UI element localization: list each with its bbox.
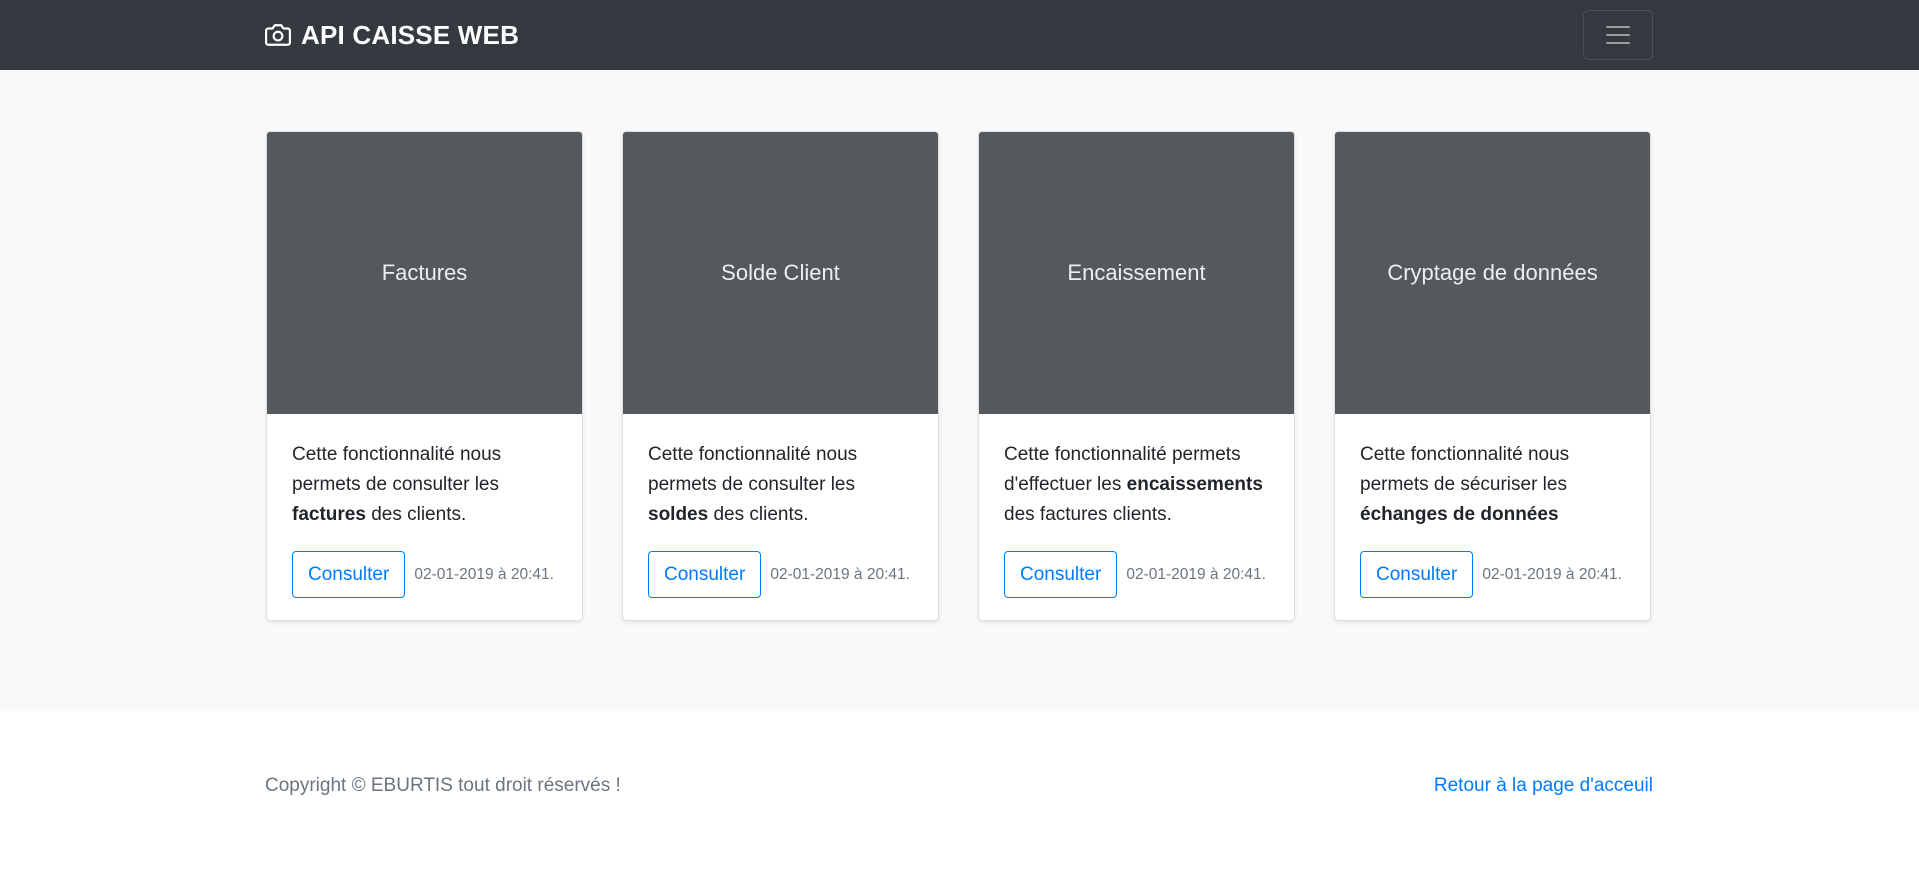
navbar: API CAISSE WEB	[0, 0, 1919, 70]
card-date: 02-01-2019 à 20:41.	[414, 565, 554, 583]
card-solde-client: Solde Client Cette fonctionnalité nous p…	[622, 131, 939, 621]
brand-link[interactable]: API CAISSE WEB	[265, 0, 519, 70]
card-text-highlight: échanges de données	[1360, 504, 1559, 525]
card-actions: Consulter 02-01-2019 à 20:41.	[292, 551, 558, 598]
card-description: Cette fonctionnalité nous permets de con…	[292, 440, 558, 530]
consult-button[interactable]: Consulter	[1360, 551, 1474, 598]
camera-icon	[265, 24, 291, 46]
card-text: des clients.	[708, 504, 809, 525]
navbar-toggler-button[interactable]	[1583, 10, 1653, 60]
card-text: Cette fonctionnalité nous permets de con…	[648, 444, 858, 495]
card-text: des factures clients.	[1004, 504, 1172, 525]
card-body: Cette fonctionnalité nous permets de séc…	[1335, 414, 1650, 620]
card-actions: Consulter 02-01-2019 à 20:41.	[648, 551, 914, 598]
footer: Copyright © EBURTIS tout droit réservés …	[0, 711, 1919, 872]
card-description: Cette fonctionnalité permets d'effectuer…	[1004, 440, 1270, 530]
copyright-text: Copyright © EBURTIS tout droit réservés …	[265, 775, 621, 796]
card-image-placeholder: Factures	[267, 132, 582, 414]
card-text: des clients.	[365, 504, 467, 525]
back-to-home-link[interactable]: Retour à la page d'acceuil	[1434, 775, 1653, 797]
card-date: 02-01-2019 à 20:41.	[770, 565, 910, 583]
card-title: Cryptage de données	[1387, 260, 1598, 285]
card-description: Cette fonctionnalité nous permets de con…	[648, 440, 914, 530]
card-text-highlight: encaissements	[1126, 474, 1263, 495]
card-encaissement: Encaissement Cette fonctionnalité permet…	[978, 131, 1295, 621]
card-title: Factures	[381, 260, 468, 285]
card-body: Cette fonctionnalité permets d'effectuer…	[979, 414, 1294, 620]
card-image-placeholder: Encaissement	[979, 132, 1294, 414]
card-text: Cette fonctionnalité nous permets de con…	[292, 444, 502, 495]
card-description: Cette fonctionnalité nous permets de séc…	[1360, 440, 1626, 530]
card-actions: Consulter 02-01-2019 à 20:41.	[1360, 551, 1626, 598]
hamburger-menu-icon	[1606, 26, 1630, 44]
card-text-highlight: soldes	[648, 504, 709, 525]
card-date: 02-01-2019 à 20:41.	[1126, 565, 1266, 583]
card-date: 02-01-2019 à 20:41.	[1482, 565, 1622, 583]
card-cryptage: Cryptage de données Cette fonctionnalité…	[1334, 131, 1651, 621]
card-title: Solde Client	[721, 260, 840, 285]
consult-button[interactable]: Consulter	[648, 551, 762, 598]
card-title: Encaissement	[1067, 260, 1206, 285]
card-factures: Factures Cette fonctionnalité nous perme…	[266, 131, 583, 621]
card-text: Cette fonctionnalité nous permets de séc…	[1360, 444, 1570, 495]
consult-button[interactable]: Consulter	[292, 551, 406, 598]
card-body: Cette fonctionnalité nous permets de con…	[267, 414, 582, 620]
brand-title: API CAISSE WEB	[301, 19, 520, 50]
card-image-placeholder: Solde Client	[623, 132, 938, 414]
album-section: Factures Cette fonctionnalité nous perme…	[0, 70, 1919, 711]
card-image-placeholder: Cryptage de données	[1335, 132, 1650, 414]
consult-button[interactable]: Consulter	[1004, 551, 1118, 598]
card-body: Cette fonctionnalité nous permets de con…	[623, 414, 938, 620]
card-actions: Consulter 02-01-2019 à 20:41.	[1004, 551, 1270, 598]
card-text-highlight: factures	[292, 504, 366, 525]
